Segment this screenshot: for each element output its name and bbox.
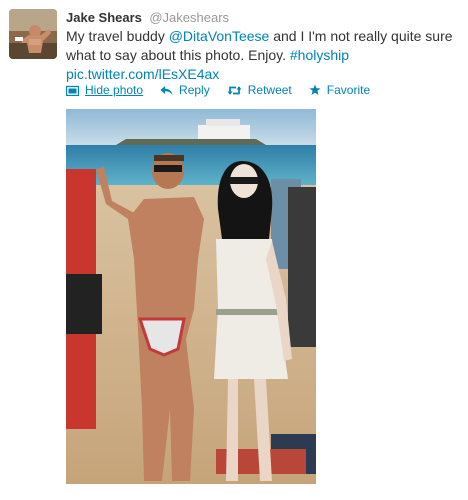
author-handle[interactable]: @Jakeshears [149,10,229,25]
tweet-text: My travel buddy @DitaVonTeese and I I'm … [66,27,464,84]
tweet: Jake Shears @Jakeshears My travel buddy … [0,0,468,500]
reply-arrow-icon [160,85,173,96]
avatar-image [9,9,57,59]
tweet-text-part1: My travel buddy [66,28,169,44]
photo-icon [66,85,79,96]
avatar[interactable] [9,9,57,59]
hide-photo-label: Hide photo [85,83,144,97]
hashtag-link[interactable]: #holyship [290,47,349,63]
star-icon [309,84,321,96]
tweet-photo[interactable] [66,109,316,484]
author-name[interactable]: Jake Shears [66,10,142,25]
tweet-actions: Hide photo Reply Retweet Favorite [66,83,387,97]
retweet-icon [227,85,242,96]
reply-label: Reply [179,83,210,97]
retweet-label: Retweet [247,83,292,97]
tweet-header: Jake Shears @Jakeshears [66,9,229,27]
favorite-button[interactable]: Favorite [309,83,370,97]
reply-button[interactable]: Reply [160,83,210,97]
beach-photo [66,109,316,484]
photo-link[interactable]: pic.twitter.com/lEsXE4ax [66,66,219,82]
hide-photo-button[interactable]: Hide photo [66,83,143,97]
favorite-label: Favorite [326,83,371,97]
retweet-button[interactable]: Retweet [227,83,292,97]
mention-link[interactable]: @DitaVonTeese [169,28,270,44]
